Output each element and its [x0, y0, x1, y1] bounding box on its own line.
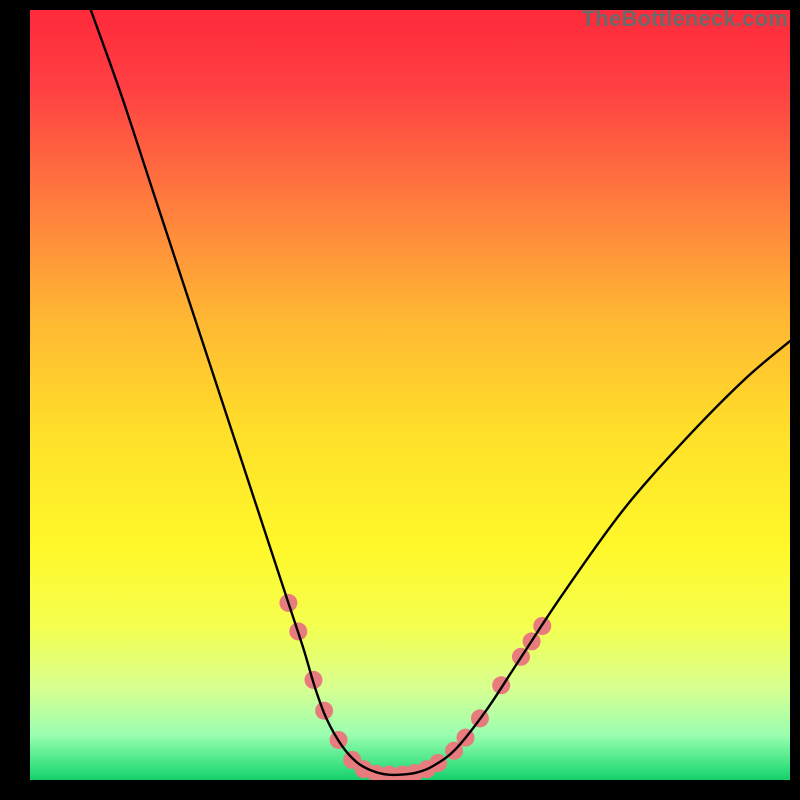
- chart-plot-area: [30, 10, 790, 780]
- chart-svg: [30, 10, 790, 780]
- chart-stage: TheBottleneck.com: [0, 0, 800, 800]
- watermark-label: TheBottleneck.com: [582, 6, 788, 32]
- chart-background: [30, 10, 790, 780]
